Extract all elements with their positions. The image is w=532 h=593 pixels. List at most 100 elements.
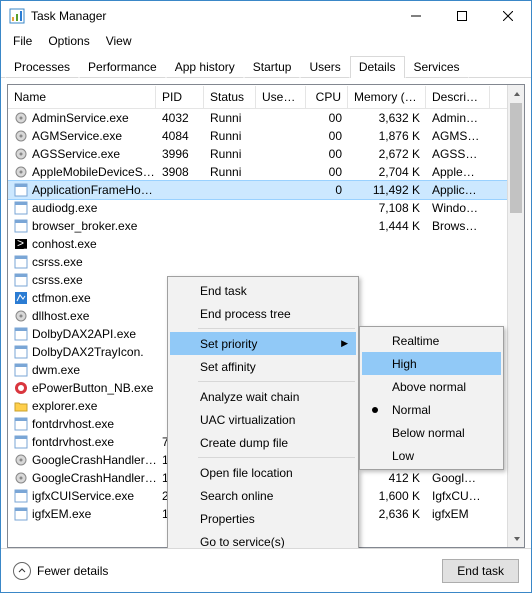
fewer-details-button[interactable]: Fewer details xyxy=(13,562,108,580)
cell-name: GoogleCrashHandler… xyxy=(8,452,156,468)
scroll-down-button[interactable] xyxy=(508,530,525,547)
cell-description: IgfxCU… xyxy=(426,488,490,504)
cell-description: igfxEM xyxy=(426,506,490,522)
ctx-goto-service[interactable]: Go to service(s) xyxy=(170,530,356,548)
process-name: csrss.exe xyxy=(32,255,83,269)
cell-pid xyxy=(156,243,204,245)
chevron-up-icon xyxy=(13,562,31,580)
priority-high[interactable]: High xyxy=(362,352,501,375)
tab-users[interactable]: Users xyxy=(300,56,349,78)
process-name: audiodg.exe xyxy=(32,201,97,215)
maximize-button[interactable] xyxy=(439,1,485,31)
close-button[interactable] xyxy=(485,1,531,31)
process-icon xyxy=(14,363,28,377)
ctx-end-tree[interactable]: End process tree xyxy=(170,302,356,325)
end-task-button[interactable]: End task xyxy=(442,559,519,583)
table-row[interactable]: AGSService.exe3996Runni002,672 KAGSSe… xyxy=(8,145,524,163)
process-name: fontdrvhost.exe xyxy=(32,417,114,431)
cell-memory: 1,444 K xyxy=(348,218,426,234)
table-row[interactable]: AdminService.exe4032Runni003,632 KAdmin… xyxy=(8,109,524,127)
priority-below-normal[interactable]: Below normal xyxy=(362,421,501,444)
cell-cpu: 0 xyxy=(306,182,348,198)
table-row[interactable]: AppleMobileDeviceS…3908Runni002,704 KApp… xyxy=(8,163,524,181)
col-status[interactable]: Status xyxy=(204,86,256,108)
cell-memory xyxy=(348,297,426,299)
priority-submenu[interactable]: Realtime High Above normal Normal Below … xyxy=(359,326,504,470)
table-row[interactable]: ApplicationFrameHo…011,492 KApplic… xyxy=(8,181,524,199)
table-row[interactable]: csrss.exe xyxy=(8,253,524,271)
priority-above-normal[interactable]: Above normal xyxy=(362,375,501,398)
cell-memory xyxy=(348,315,426,317)
ctx-set-affinity[interactable]: Set affinity xyxy=(170,355,356,378)
col-memory[interactable]: Memory (p… xyxy=(348,86,426,108)
cell-name: GoogleCrashHandler… xyxy=(8,470,156,486)
titlebar[interactable]: Task Manager xyxy=(1,1,531,31)
cell-user xyxy=(256,117,306,119)
table-row[interactable]: >_conhost.exe xyxy=(8,235,524,253)
cell-name: >_conhost.exe xyxy=(8,236,156,252)
process-name: DolbyDAX2TrayIcon. xyxy=(32,345,144,359)
cell-cpu: 00 xyxy=(306,146,348,162)
ctx-analyze[interactable]: Analyze wait chain xyxy=(170,385,356,408)
process-icon xyxy=(14,435,28,449)
scroll-up-button[interactable] xyxy=(508,85,525,102)
ctx-separator xyxy=(198,381,355,382)
process-icon xyxy=(14,165,28,179)
table-row[interactable]: AGMService.exe4084Runni001,876 KAGMS… xyxy=(8,127,524,145)
ctx-properties[interactable]: Properties xyxy=(170,507,356,530)
process-icon xyxy=(14,399,28,413)
cell-name: igfxCUIService.exe xyxy=(8,488,156,504)
process-icon xyxy=(14,147,28,161)
vertical-scrollbar[interactable] xyxy=(507,85,524,547)
col-cpu[interactable]: CPU xyxy=(306,86,348,108)
cell-user xyxy=(256,153,306,155)
cell-user xyxy=(256,189,306,191)
ctx-search-online[interactable]: Search online xyxy=(170,484,356,507)
cell-status xyxy=(204,243,256,245)
process-icon xyxy=(14,309,28,323)
ctx-end-task[interactable]: End task xyxy=(170,279,356,302)
priority-low[interactable]: Low xyxy=(362,444,501,467)
column-headers[interactable]: Name PID Status User … CPU Memory (p… De… xyxy=(8,85,524,109)
process-icon xyxy=(14,471,28,485)
process-icon xyxy=(14,291,28,305)
cell-description: Googl… xyxy=(426,470,490,486)
menu-file[interactable]: File xyxy=(5,32,40,50)
menu-options[interactable]: Options xyxy=(40,32,97,50)
ctx-set-priority[interactable]: Set priority▶ xyxy=(170,332,356,355)
scroll-thumb[interactable] xyxy=(510,103,522,213)
process-icon xyxy=(14,453,28,467)
table-row[interactable]: browser_broker.exe1,444 KBrows… xyxy=(8,217,524,235)
priority-realtime[interactable]: Realtime xyxy=(362,329,501,352)
cell-description xyxy=(426,297,490,299)
tab-processes[interactable]: Processes xyxy=(5,56,79,78)
tab-performance[interactable]: Performance xyxy=(79,56,166,78)
process-name: conhost.exe xyxy=(32,237,97,251)
tab-services[interactable]: Services xyxy=(405,56,469,78)
cell-memory: 3,632 K xyxy=(348,110,426,126)
cell-name: AGSService.exe xyxy=(8,146,156,162)
tab-details[interactable]: Details xyxy=(350,56,405,78)
minimize-button[interactable] xyxy=(393,1,439,31)
tab-startup[interactable]: Startup xyxy=(244,56,301,78)
process-name: ctfmon.exe xyxy=(32,291,91,305)
cell-description xyxy=(426,243,490,245)
priority-normal[interactable]: Normal xyxy=(362,398,501,421)
radio-dot-icon xyxy=(372,407,378,413)
ctx-open-location[interactable]: Open file location xyxy=(170,461,356,484)
tab-app-history[interactable]: App history xyxy=(166,56,244,78)
col-user[interactable]: User … xyxy=(256,86,306,108)
process-icon xyxy=(14,201,28,215)
ctx-dump[interactable]: Create dump file xyxy=(170,431,356,454)
process-name: GoogleCrashHandler… xyxy=(32,471,156,485)
cell-description: Apple… xyxy=(426,164,490,180)
process-icon xyxy=(14,273,28,287)
context-menu[interactable]: End task End process tree Set priority▶ … xyxy=(167,276,359,548)
menu-view[interactable]: View xyxy=(98,32,140,50)
footer: Fewer details End task xyxy=(1,548,531,592)
table-row[interactable]: audiodg.exe7,108 KWindo… xyxy=(8,199,524,217)
col-pid[interactable]: PID xyxy=(156,86,204,108)
col-name[interactable]: Name xyxy=(8,86,156,108)
col-description[interactable]: Descri… xyxy=(426,86,490,108)
ctx-uac[interactable]: UAC virtualization xyxy=(170,408,356,431)
